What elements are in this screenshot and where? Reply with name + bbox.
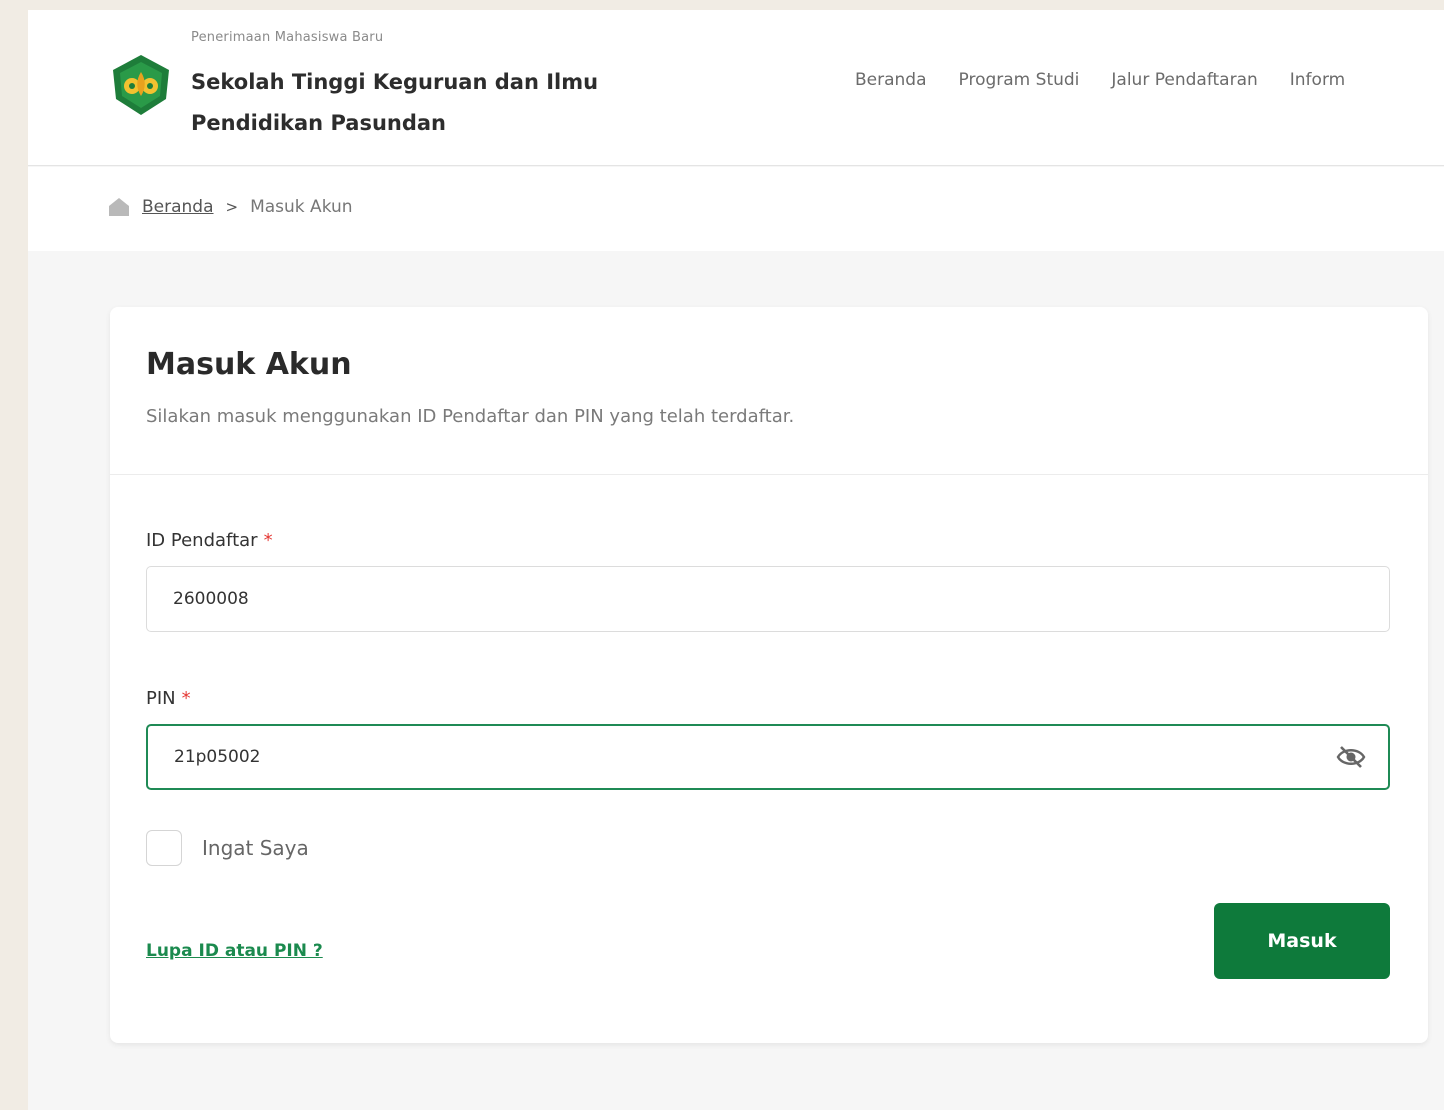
required-mark: * <box>181 688 191 709</box>
required-mark: * <box>263 530 273 551</box>
remember-label[interactable]: Ingat Saya <box>202 836 309 860</box>
card-description: Silakan masuk menggunakan ID Pendaftar d… <box>146 406 795 427</box>
breadcrumb-bar: Beranda > Masuk Akun <box>28 167 1444 251</box>
pin-value: 21p05002 <box>174 747 261 767</box>
breadcrumb-separator: > <box>225 198 239 216</box>
nav-item-program-studi[interactable]: Program Studi <box>959 70 1080 90</box>
nav-item-jalur-pendaftaran[interactable]: Jalur Pendaftaran <box>1111 70 1257 90</box>
nav-item-informasi[interactable]: Inform <box>1290 70 1345 90</box>
forgot-id-pin-link[interactable]: Lupa ID atau PIN ? <box>146 941 323 961</box>
site-header: Penerimaan Mahasiswa Baru Sekolah Tinggi… <box>28 10 1444 166</box>
page-title: Masuk Akun <box>146 347 352 382</box>
pin-label: PIN * <box>146 688 191 709</box>
card-header: Masuk Akun Silakan masuk menggunakan ID … <box>110 307 1428 475</box>
pin-label-text: PIN <box>146 688 176 709</box>
main-nav: Beranda Program Studi Jalur Pendaftaran … <box>855 70 1345 90</box>
breadcrumb: Beranda > Masuk Akun <box>108 197 353 217</box>
nav-item-beranda[interactable]: Beranda <box>855 70 927 90</box>
login-button[interactable]: Masuk <box>1214 903 1390 979</box>
remember-checkbox[interactable] <box>146 830 182 866</box>
home-icon <box>109 198 129 216</box>
brand-subtitle: Penerimaan Mahasiswa Baru <box>191 30 384 45</box>
id-pendaftar-label-text: ID Pendaftar <box>146 530 258 551</box>
brand-title[interactable]: Sekolah Tinggi Keguruan dan Ilmu Pendidi… <box>191 62 661 144</box>
campus-logo-icon[interactable] <box>108 52 174 118</box>
eye-slash-icon[interactable] <box>1336 744 1366 770</box>
id-pendaftar-label: ID Pendaftar * <box>146 530 273 551</box>
breadcrumb-home-link[interactable]: Beranda <box>142 197 214 217</box>
id-pendaftar-input[interactable]: 2600008 <box>146 566 1390 632</box>
login-card: Masuk Akun Silakan masuk menggunakan ID … <box>110 307 1428 1043</box>
page: Penerimaan Mahasiswa Baru Sekolah Tinggi… <box>28 10 1444 1110</box>
id-pendaftar-value: 2600008 <box>173 589 249 609</box>
pin-input[interactable]: 21p05002 <box>146 724 1390 790</box>
breadcrumb-current: Masuk Akun <box>250 197 353 217</box>
